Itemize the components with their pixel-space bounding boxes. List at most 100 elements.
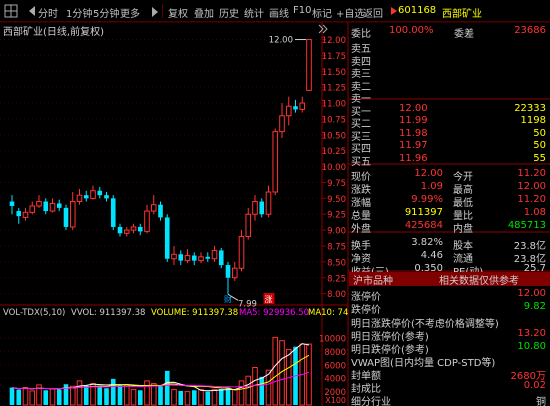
candle-body [178, 254, 184, 261]
quote-value: 9.99% [411, 194, 443, 206]
price-tick-label: 11.25 [322, 84, 346, 94]
price-tick-label: 11.75 [322, 52, 346, 62]
price-tick-label: 10.00 [322, 163, 346, 173]
price-tick-label: 9.75 [327, 179, 346, 189]
candle-body [245, 213, 252, 237]
candle-body [293, 106, 298, 110]
candle-body [90, 190, 96, 199]
volume-bar [164, 370, 170, 405]
buy-vol: 50 [533, 140, 546, 152]
volume-bar [150, 383, 157, 406]
candle-body [104, 195, 109, 199]
candle-body [225, 265, 231, 278]
volume-bar [29, 390, 36, 406]
candle-body [184, 255, 191, 262]
price-tick-label: 9.00 [327, 227, 346, 237]
volume-bar [231, 389, 238, 406]
volume-bar [191, 390, 197, 405]
volume-bar [225, 387, 231, 405]
candle-body [63, 207, 69, 227]
volume-bar [144, 380, 150, 406]
candle-body [43, 201, 49, 212]
buy-price: 11.97 [399, 140, 428, 152]
buy-vol: 55 [533, 152, 546, 164]
volume-bar [130, 389, 137, 406]
candle-body [306, 39, 312, 91]
volume-bar [49, 388, 56, 406]
candle-body [49, 202, 56, 212]
volume-bar [184, 391, 191, 406]
weibi-value: 100.00% [389, 25, 434, 36]
tab-shanghai[interactable]: 沪市品种 [353, 272, 393, 287]
quote-value: 11.20 [517, 194, 546, 206]
candle-body [272, 131, 279, 193]
quote-value: 911397 [404, 207, 443, 219]
candle-body [76, 194, 83, 203]
tab-related-data[interactable]: 相关数据仅供参考 [439, 272, 519, 287]
price-tick-label: 10.50 [322, 131, 346, 141]
volume-bar [137, 390, 143, 405]
vol-header: VOL-TDX(5,10) VVOL: 911397.38 VOLUME: 91… [3, 308, 348, 320]
mingri-dt-value: 10.80 [517, 341, 546, 352]
quote-value: 3.82% [411, 236, 443, 248]
candle-body [16, 211, 22, 217]
volume-bar [56, 389, 62, 405]
weicha-label: 委差 [454, 29, 474, 40]
volume-bar [211, 389, 218, 406]
candle-body [130, 226, 137, 231]
buy-label: 买五 [351, 156, 371, 168]
candle-body [252, 201, 258, 215]
buy-price: 12.00 [399, 103, 428, 114]
high-label: 12.00 [269, 36, 293, 46]
candle-body [97, 190, 103, 196]
weibi-row: 委比 100.00% 委差 23686 [349, 24, 550, 40]
candle-body [137, 226, 143, 232]
candle-body [150, 204, 157, 212]
vol-tick-label: 8000 [324, 348, 346, 358]
quote-value: 485713 [507, 220, 546, 232]
marker-cai: 财 [224, 294, 232, 304]
quote-value: 12.00 [414, 168, 443, 179]
candle-body [69, 201, 76, 228]
quote-label: 外盘 [351, 224, 371, 236]
candle-body [110, 198, 116, 227]
volume-bar [76, 380, 83, 406]
marker-zhang: 涨 [265, 294, 273, 304]
candle-body [22, 211, 29, 218]
candle-body [191, 255, 197, 261]
industry-value: 铜 [536, 397, 546, 406]
candle-body [158, 204, 163, 218]
double-arrow-icon[interactable] [318, 24, 328, 37]
volume-bar [178, 390, 184, 405]
vol-indicator-name[interactable]: VOL-TDX(5,10) [3, 308, 65, 318]
candle-body [171, 253, 177, 260]
vol-unit-label: X100 [325, 396, 346, 405]
buy-vol: 22333 [514, 103, 546, 114]
quote-value: 1.08 [523, 207, 546, 219]
quote-value: 4.46 [420, 249, 443, 261]
candle-body [56, 203, 62, 208]
volume-bar [69, 385, 76, 406]
volume-bar [158, 386, 163, 405]
ma10-value: MA10: 749 [308, 308, 348, 318]
buy-vol: 1198 [520, 115, 546, 127]
dieting-row: 跌停价 9.82 [349, 300, 550, 316]
quote-value: 1.09 [420, 181, 443, 193]
buy-row[interactable]: 买五 11.96 55 [349, 152, 550, 168]
price-tick-label: 8.50 [327, 258, 346, 268]
candle-body [117, 226, 123, 234]
volume-bar [171, 389, 177, 406]
candle-body [9, 201, 15, 206]
candle-body [265, 191, 272, 215]
price-tick-label: 10.25 [322, 147, 346, 157]
zhangting-value: 12.00 [517, 288, 546, 299]
price-tick-label: 12.00 [322, 36, 346, 46]
volume-bar [123, 384, 130, 406]
price-tick-label: 9.50 [327, 195, 346, 205]
vol-tick-label: 10000 [319, 335, 346, 345]
volume-bar [16, 389, 22, 405]
candle-body [36, 201, 42, 207]
volume-bar [272, 336, 279, 406]
volume-bar [9, 387, 15, 405]
volume-bar [205, 391, 211, 405]
